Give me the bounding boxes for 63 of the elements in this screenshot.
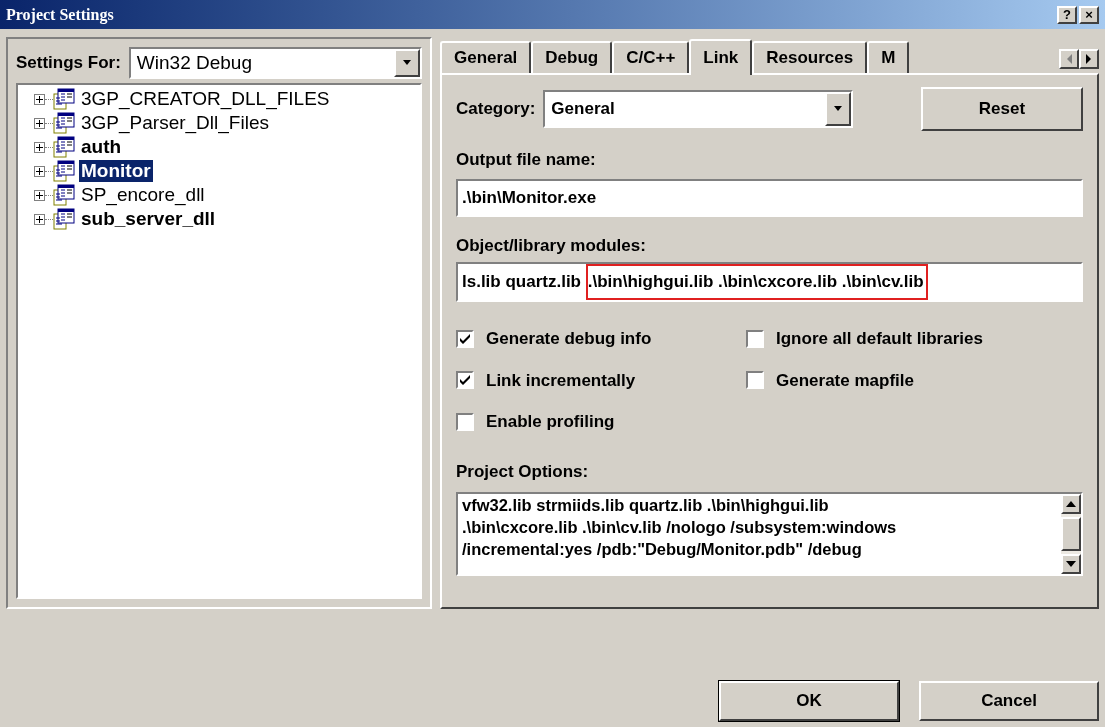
object-modules-label: Object/library modules: — [456, 234, 647, 257]
tree-item[interactable]: 3GP_CREATOR_DLL_FILES — [79, 88, 332, 110]
tree-item[interactable]: Monitor — [79, 160, 153, 182]
category-label: Category: — [456, 98, 536, 121]
category-dropdown[interactable]: General — [543, 90, 854, 128]
output-file-field[interactable]: .\bin\Monitor.exe — [456, 178, 1083, 217]
reset-button[interactable]: Reset — [921, 87, 1083, 131]
window-title: Project Settings — [6, 4, 114, 26]
expand-icon[interactable] — [34, 213, 45, 225]
tab[interactable]: General — [440, 41, 532, 73]
tree-item[interactable]: SP_encore_dll — [79, 184, 207, 206]
checkbox-label: Ignore all default libraries — [776, 328, 983, 350]
left-arrow-icon — [1066, 54, 1072, 64]
down-arrow-icon — [402, 60, 412, 66]
checkbox[interactable] — [746, 329, 764, 348]
close-button[interactable]: × — [1079, 5, 1099, 24]
up-arrow-icon — [1066, 501, 1076, 507]
project-icon — [53, 112, 75, 134]
tree-item[interactable]: sub_server_dll — [79, 208, 218, 230]
project-icon — [53, 88, 75, 110]
tree-item[interactable]: 3GP_Parser_Dll_Files — [79, 112, 271, 134]
project-options-label: Project Options: — [456, 460, 590, 483]
dropdown-button[interactable] — [825, 92, 852, 126]
down-arrow-icon — [833, 106, 844, 112]
tab[interactable]: M — [867, 41, 910, 73]
checkbox-label: Generate mapfile — [776, 369, 914, 392]
expand-icon[interactable] — [34, 165, 45, 177]
dropdown-button[interactable] — [394, 49, 420, 77]
project-icon — [53, 208, 75, 230]
checkmark-icon — [459, 332, 471, 345]
ok-button[interactable]: OK — [719, 681, 899, 721]
settings-for-dropdown[interactable]: Win32 Debug — [128, 47, 422, 79]
checkbox[interactable] — [456, 371, 474, 390]
project-options-field[interactable]: vfw32.lib strmiids.lib quartz.lib .\bin\highgui.lib .\bin\cxcore.lib .\bin\cv.lib /nologo /subsystem:windows /incremental:yes /pdb:"Debug/Monitor.pdb" /debug — [456, 492, 1083, 576]
checkbox[interactable] — [746, 371, 764, 390]
checkbox[interactable] — [456, 412, 474, 431]
tree-item[interactable]: auth — [79, 136, 124, 158]
expand-icon[interactable] — [34, 117, 45, 129]
project-icon — [53, 184, 75, 206]
project-icon — [53, 136, 75, 158]
tab[interactable]: Resources — [752, 41, 868, 73]
tab[interactable]: Debug — [531, 41, 613, 73]
scroll-right-button[interactable] — [1079, 49, 1099, 69]
scrollbar[interactable] — [1061, 494, 1081, 574]
right-arrow-icon — [1086, 54, 1092, 64]
checkbox-label: Link incrementally — [486, 369, 636, 392]
settings-for-label: Settings For: — [16, 52, 121, 75]
tab[interactable]: C/C++ — [612, 41, 690, 73]
scroll-left-button[interactable] — [1059, 49, 1079, 69]
object-modules-field[interactable]: ls.lib quartz.lib .\bin\highgui.lib .\bin\cxcore.lib .\bin\cv.lib — [456, 262, 1083, 302]
checkbox[interactable] — [456, 329, 474, 348]
checkmark-icon — [459, 374, 471, 387]
tab[interactable]: Link — [689, 39, 753, 75]
cancel-button[interactable]: Cancel — [919, 681, 1099, 721]
expand-icon[interactable] — [34, 189, 45, 201]
expand-icon[interactable] — [34, 93, 45, 105]
checkbox-label: Generate debug info — [486, 328, 652, 350]
output-file-label: Output file name: — [456, 149, 597, 171]
help-button[interactable]: ? — [1057, 5, 1077, 24]
checkbox-label: Enable profiling — [486, 411, 615, 433]
down-arrow-icon — [1066, 561, 1076, 567]
expand-icon[interactable] — [34, 141, 45, 153]
project-icon — [53, 160, 75, 182]
